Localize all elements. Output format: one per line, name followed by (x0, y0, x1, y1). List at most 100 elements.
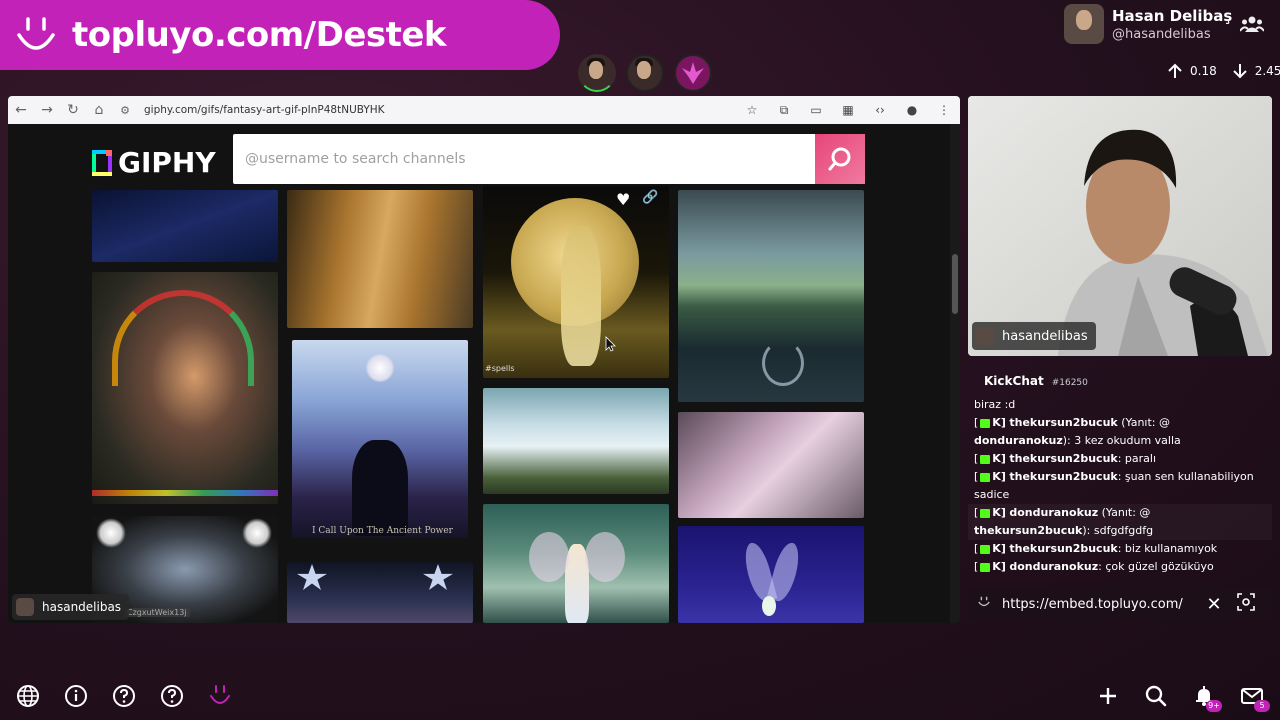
code-icon[interactable]: ‹› (864, 103, 896, 117)
forward-icon[interactable]: → (34, 102, 60, 118)
faq-icon[interactable] (160, 684, 184, 708)
gif-tile[interactable] (92, 190, 278, 262)
brand-url-text: topluyo.com/Destek (72, 15, 447, 55)
gif-tile[interactable] (678, 190, 864, 402)
gif-tile[interactable] (92, 272, 278, 504)
gif-caption: #spells (485, 364, 515, 373)
home-icon[interactable]: ⌂ (86, 102, 112, 118)
chat-text: ): sdfgdfgdfg (1082, 524, 1154, 537)
plus-icon[interactable] (1096, 684, 1120, 708)
gif-tile[interactable] (483, 504, 669, 623)
arrow-down-icon (1233, 64, 1247, 79)
gif-tile[interactable]: #spells (483, 186, 669, 378)
viewer-avatars (578, 54, 712, 92)
page-scrollbar[interactable] (950, 124, 960, 623)
chat-messages: biraz :d [K] thekursun2bucuk (Yanıt: @ d… (968, 396, 1272, 580)
shared-browser-window: ← → ↻ ⌂ ⚙ giphy.com/gifs/fantasy-art-gif… (8, 96, 960, 623)
gif-tile[interactable] (678, 526, 864, 623)
giphy-search-input[interactable] (243, 150, 807, 168)
network-stats: 0.18 2.45 (1166, 62, 1280, 80)
extensions-icon[interactable]: ⧉ (768, 103, 800, 118)
globe-icon[interactable] (16, 684, 40, 708)
chat-username: thekursun2bucuk (1009, 470, 1118, 483)
chat-text: : biz kullanamıyok (1117, 542, 1218, 555)
reload-icon[interactable]: ↻ (60, 102, 86, 118)
bottom-left-toolbar (16, 684, 232, 708)
heart-icon[interactable]: ♥ (616, 190, 630, 209)
gif-tile[interactable] (287, 190, 473, 328)
embed-url-input[interactable] (1000, 595, 1194, 613)
chat-line: [K] thekursun2bucuk: biz kullanamıyok (974, 542, 1218, 555)
chat-username: donduranokuz (1009, 506, 1099, 519)
chat-line: [K] thekursun2bucuk: şuan sen kullanabil… (974, 470, 1254, 483)
download-value: 2.45 (1254, 64, 1280, 78)
chat-line: [K] thekursun2bucuk: paralı (974, 452, 1157, 465)
chat-line: sadice (968, 486, 1272, 504)
address-bar[interactable]: giphy.com/gifs/fantasy-art-gif-pInP48tNU… (144, 104, 736, 116)
bookmark-star-icon[interactable]: ☆ (736, 103, 768, 117)
site-info-icon[interactable]: ⚙ (112, 104, 138, 117)
chat-text: : paralı (1117, 452, 1157, 465)
messages-mail-icon[interactable]: 5 (1240, 684, 1270, 712)
giphy-search-bar[interactable] (233, 134, 815, 184)
lotus-icon (682, 62, 704, 84)
kick-badge-label: K] (992, 506, 1006, 519)
chat-line: donduranokuz): 3 kez okudum valla (968, 432, 1272, 450)
gif-tile[interactable] (287, 562, 473, 623)
back-icon[interactable]: ← (8, 102, 34, 118)
giphy-logo[interactable]: GIPHY (92, 146, 216, 179)
search-icon[interactable] (1144, 684, 1168, 708)
streamer-avatar (16, 598, 34, 616)
kick-badge-label: K] (992, 470, 1006, 483)
webcam-video[interactable]: hasandelibas (968, 96, 1272, 356)
cast-icon[interactable]: ▭ (800, 103, 832, 117)
chat-username: donduranokuz (974, 434, 1063, 447)
viewer-avatar[interactable] (578, 54, 616, 92)
chat-text: biraz :d (974, 398, 1016, 411)
viewer-avatar[interactable] (674, 54, 712, 92)
bottom-right-toolbar: 9+ 5 (1096, 684, 1270, 712)
notifications-badge: 9+ (1206, 700, 1222, 712)
kick-badge-label: K] (992, 416, 1006, 429)
screen-share-owner-tag: hasandelibas (12, 594, 130, 620)
chat-line: [K] thekursun2bucuk (Yanıt: @ (974, 416, 1170, 429)
notifications-bell-icon[interactable]: 9+ (1192, 684, 1222, 712)
gif-tile[interactable] (678, 412, 864, 518)
chat-title: KickChat (984, 374, 1044, 388)
giphy-page: GIPHY I Call Upon The Ancient Power (8, 124, 960, 623)
giphy-search-button[interactable] (815, 134, 865, 184)
scrollbar-thumb[interactable] (952, 254, 958, 314)
chat-line: [K] donduranokuz (Yanıt: @ (968, 504, 1272, 522)
messages-badge: 5 (1254, 700, 1270, 712)
topluyo-home-icon[interactable] (208, 684, 232, 708)
user-profile[interactable]: Hasan Delibaş @hasandelibas (1064, 4, 1232, 44)
profile-avatar (1064, 4, 1104, 44)
screen-share-owner-name: hasandelibas (42, 600, 122, 614)
gif-tile[interactable]: I Call Upon The Ancient Power (292, 340, 468, 538)
gif-user-tag: CzgxutWeix13j (124, 608, 190, 617)
kick-badge-label: K] (992, 452, 1006, 465)
help-icon[interactable] (112, 684, 136, 708)
users-group-icon[interactable] (1240, 14, 1264, 34)
chat-channel-id: #16250 (1051, 378, 1088, 388)
kick-badge-icon (980, 454, 991, 464)
gif-caption: I Call Upon The Ancient Power (312, 526, 453, 536)
topluyo-smile-icon (17, 17, 55, 50)
chat-text: sadice (974, 488, 1010, 501)
close-icon[interactable]: ✕ (1198, 594, 1230, 615)
chat-header: KickChat #16250 (984, 374, 1088, 388)
chat-text: (Yanıt: @ (1098, 506, 1151, 519)
upload-value: 0.18 (1190, 64, 1217, 78)
chat-text: : çok güzel gözüküyo (1098, 560, 1214, 573)
info-icon[interactable] (64, 684, 88, 708)
gif-tile[interactable] (483, 388, 669, 494)
viewer-avatar[interactable] (626, 54, 664, 92)
mouse-cursor-icon (605, 336, 616, 352)
screenshot-icon[interactable] (1230, 593, 1262, 615)
account-icon[interactable]: ● (896, 103, 928, 117)
apps-icon[interactable]: ▦ (832, 103, 864, 117)
kick-badge-label: K] (992, 560, 1006, 573)
brand-banner[interactable]: topluyo.com/Destek (0, 0, 560, 70)
menu-kebab-icon[interactable]: ⋮ (928, 103, 960, 117)
link-icon[interactable]: 🔗 (642, 190, 658, 205)
